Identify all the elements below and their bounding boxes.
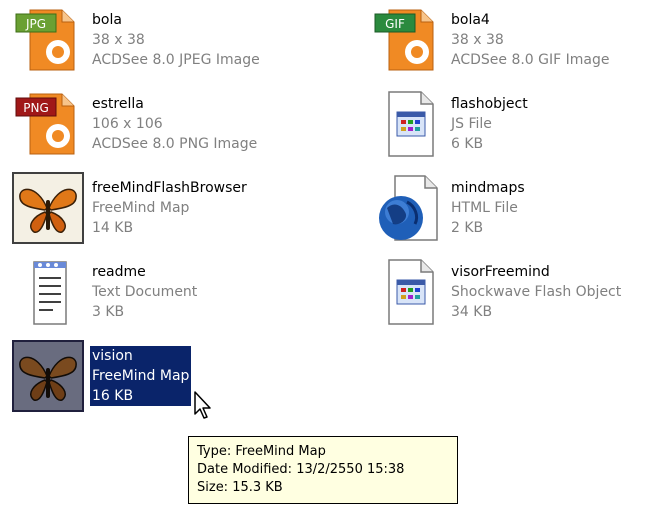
file-type: ACDSee 8.0 PNG Image (92, 136, 258, 152)
file-size: 14 KB (92, 220, 134, 236)
tooltip-type: Type: FreeMind Map (197, 444, 326, 459)
script-file-icon (371, 88, 443, 160)
file-size: 3 KB (92, 304, 125, 320)
file-size: 34 KB (451, 304, 493, 320)
html-globe-icon (371, 172, 443, 244)
flash-object-icon (371, 256, 443, 328)
file-item-mindmaps[interactable]: mindmaps HTML File 2 KB (361, 172, 652, 244)
file-name: vision (92, 348, 133, 364)
text-document-icon (12, 256, 84, 328)
file-info-tooltip: Type: FreeMind Map Date Modified: 13/2/2… (188, 436, 458, 504)
file-type: FreeMind Map (92, 200, 190, 216)
file-type: HTML File (451, 200, 518, 216)
file-name: freeMindFlashBrowser (92, 180, 247, 196)
file-item-bola4[interactable]: GIF bola4 38 x 38 ACDSee 8.0 GIF Image (361, 4, 652, 76)
file-name: bola (92, 12, 122, 28)
svg-text:PNG: PNG (23, 101, 49, 115)
file-item-vision[interactable]: vision FreeMind Map 16 KB (2, 340, 302, 412)
file-size: 6 KB (451, 136, 484, 152)
file-dimensions: 106 x 106 (92, 116, 163, 132)
butterfly-icon (12, 172, 84, 244)
file-type: ACDSee 8.0 JPEG Image (92, 52, 260, 68)
butterfly-icon (12, 340, 84, 412)
file-item-freemindflashbrowser[interactable]: freeMindFlashBrowser FreeMind Map 14 KB (2, 172, 302, 244)
file-type: JS File (451, 116, 492, 132)
file-name: visorFreemind (451, 264, 550, 280)
file-size: 16 KB (92, 388, 134, 404)
file-type: Shockwave Flash Object (451, 284, 622, 300)
file-dimensions: 38 x 38 (92, 32, 145, 48)
mouse-pointer-icon (193, 390, 215, 422)
file-type: Text Document (92, 284, 198, 300)
file-name: estrella (92, 96, 144, 112)
file-item-flashobject[interactable]: flashobject JS File 6 KB (361, 88, 652, 160)
file-size: 2 KB (451, 220, 484, 236)
file-item-visorfreemind[interactable]: visorFreemind Shockwave Flash Object 34 … (361, 256, 652, 328)
file-type: ACDSee 8.0 GIF Image (451, 52, 610, 68)
tooltip-size: Size: 15.3 KB (197, 480, 283, 495)
file-name: mindmaps (451, 180, 525, 196)
file-name: readme (92, 264, 146, 280)
file-item-estrella[interactable]: PNG estrella 106 x 106 ACDSee 8.0 PNG Im… (2, 88, 302, 160)
svg-text:JPG: JPG (25, 17, 46, 31)
tooltip-date-modified: Date Modified: 13/2/2550 15:38 (197, 462, 405, 477)
png-image-icon: PNG (12, 88, 84, 160)
svg-text:GIF: GIF (385, 17, 405, 31)
file-type: FreeMind Map (92, 368, 190, 384)
jpg-image-icon: JPG (12, 4, 84, 76)
file-dimensions: 38 x 38 (451, 32, 504, 48)
file-item-bola[interactable]: JPG bola 38 x 38 ACDSee 8.0 JPEG Image (2, 4, 302, 76)
file-name: bola4 (451, 12, 490, 28)
file-item-readme[interactable]: readme Text Document 3 KB (2, 256, 302, 328)
gif-image-icon: GIF (371, 4, 443, 76)
file-name: flashobject (451, 96, 528, 112)
